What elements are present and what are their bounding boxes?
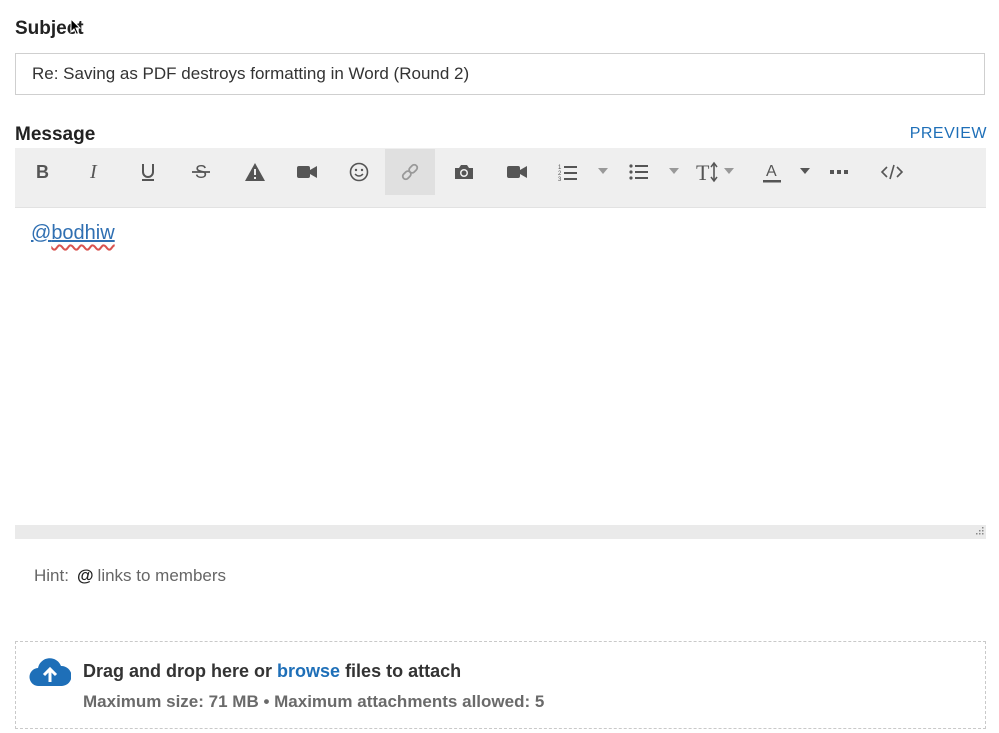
mouse-cursor-icon <box>70 18 82 36</box>
browse-link[interactable]: browse <box>277 661 340 681</box>
attachment-limits: Maximum size: 71 MB • Maximum attachment… <box>83 692 545 711</box>
message-editor[interactable]: @bodhiw <box>15 208 986 525</box>
numbered-list-dropdown-icon[interactable] <box>598 168 608 174</box>
text-size-icon: T <box>696 161 718 183</box>
dropzone-text-after: files to attach <box>340 661 462 681</box>
subject-input[interactable] <box>15 53 985 95</box>
more-button[interactable] <box>814 149 864 195</box>
bold-icon: B <box>36 162 49 182</box>
more-icon <box>830 170 848 174</box>
spoiler-button[interactable] <box>230 149 280 195</box>
underline-icon <box>142 164 154 181</box>
resize-grip-icon[interactable] <box>974 527 984 537</box>
editor-toolbar: B I S 1 2 3 T A <box>15 148 986 208</box>
hint-text: links to members <box>97 566 227 585</box>
warning-icon <box>245 163 265 181</box>
editor-resize-bar[interactable] <box>15 525 986 539</box>
emoji-icon <box>349 162 369 182</box>
text-color-dropdown-icon[interactable] <box>800 168 810 174</box>
bulleted-list-button[interactable] <box>614 149 664 195</box>
video-button[interactable] <box>282 149 332 195</box>
svg-text:A: A <box>766 163 777 180</box>
cloud-upload-icon <box>29 658 71 687</box>
video-camera-icon <box>297 166 317 178</box>
svg-text:T: T <box>696 161 710 183</box>
bulleted-list-icon <box>629 164 648 180</box>
attachment-dropzone[interactable]: Drag and drop here or browse files to at… <box>15 641 986 729</box>
photo-button[interactable] <box>439 149 489 195</box>
source-code-button[interactable] <box>867 149 917 195</box>
bold-button[interactable]: B <box>17 149 67 195</box>
video-camera-icon <box>507 166 527 178</box>
message-label: Message <box>15 124 96 145</box>
mention-at-symbol: @ <box>31 222 52 244</box>
mention-username: bodhiw <box>51 222 115 244</box>
svg-text:B: B <box>36 162 49 182</box>
bulleted-list-dropdown-icon[interactable] <box>669 168 679 174</box>
strikethrough-icon: S <box>192 162 210 182</box>
strikethrough-button[interactable]: S <box>176 149 226 195</box>
text-color-button[interactable]: A <box>747 149 797 195</box>
numbered-list-button[interactable]: 1 2 3 <box>543 149 593 195</box>
emoji-button[interactable] <box>334 149 384 195</box>
text-color-icon: A <box>763 163 781 183</box>
code-icon <box>880 164 904 180</box>
dropzone-text-before: Drag and drop here or <box>83 661 278 681</box>
hint-at-symbol: @ <box>76 566 94 585</box>
dropzone-instructions: Drag and drop here or browse files to at… <box>83 661 461 682</box>
member-mention[interactable]: @bodhiw <box>31 222 115 244</box>
italic-icon: I <box>89 162 98 182</box>
camera-icon <box>455 165 473 179</box>
preview-link[interactable]: PREVIEW <box>910 125 987 143</box>
hint-label: Hint: <box>34 566 69 585</box>
underline-button[interactable] <box>123 149 173 195</box>
italic-button[interactable]: I <box>70 149 120 195</box>
insert-video-button[interactable] <box>492 149 542 195</box>
svg-text:3: 3 <box>558 177 562 182</box>
link-button[interactable] <box>385 149 435 195</box>
hint-line: Hint: @ links to members <box>34 566 226 586</box>
numbered-list-icon: 1 2 3 <box>558 165 577 182</box>
text-size-dropdown-icon[interactable] <box>724 168 734 174</box>
link-icon <box>401 163 419 181</box>
svg-text:I: I <box>89 162 98 182</box>
